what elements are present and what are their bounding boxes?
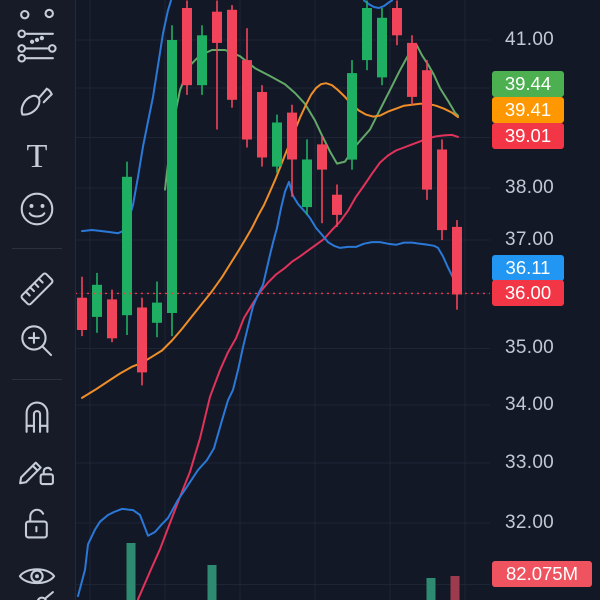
text-tool-icon[interactable]: T — [15, 134, 59, 178]
draw-lock-icon[interactable] — [15, 448, 59, 492]
candle-body — [287, 112, 297, 160]
price-badge-39.01: 39.01 — [492, 123, 564, 149]
candle-body — [167, 40, 177, 313]
price-badge-82.075M: 82.075M — [492, 561, 592, 587]
price-badge-39.44: 39.44 — [492, 71, 564, 97]
price-label-33.00: 33.00 — [505, 451, 555, 473]
candle-body — [302, 159, 312, 208]
candle-body — [242, 60, 252, 140]
candle-body — [392, 8, 402, 36]
volume-bar — [450, 576, 460, 600]
trendline-partial-icon[interactable] — [15, 0, 59, 22]
emoji-icon[interactable] — [15, 187, 59, 231]
candle-body — [227, 9, 237, 100]
toolbar-divider — [12, 248, 62, 249]
price-badge-39.41: 39.41 — [492, 97, 564, 123]
ruler-icon[interactable] — [15, 267, 59, 311]
fib-tools-icon[interactable] — [15, 24, 59, 68]
candle-body — [452, 226, 462, 295]
candle-body — [197, 35, 207, 86]
candle-body — [272, 122, 282, 167]
candle-body — [332, 194, 342, 215]
candle-body — [77, 297, 87, 330]
candle-body — [122, 176, 132, 316]
candle-body — [257, 92, 267, 158]
candle-body — [422, 70, 432, 190]
price-badge-36.00: 36.00 — [492, 280, 564, 306]
candle-body — [362, 8, 372, 61]
bottom-partial-icon[interactable] — [15, 586, 59, 600]
band-blue-upper-dip-line — [363, 0, 393, 9]
brush-icon[interactable] — [15, 79, 59, 123]
candle-body — [347, 73, 357, 160]
toolbar-divider — [12, 379, 62, 380]
candle-body — [152, 302, 162, 323]
price-label-38.00: 38.00 — [505, 177, 555, 199]
candle-body — [377, 17, 387, 78]
candle-body — [182, 8, 192, 86]
candle-body — [212, 11, 222, 43]
volume-bar — [207, 565, 217, 600]
volume-bar — [126, 543, 136, 600]
price-scale-axis[interactable]: 41.00 38.00 37.00 35.00 34.00 33.00 32.00 39.44… — [490, 0, 600, 600]
price-label-34.00: 34.00 — [505, 393, 555, 415]
drawing-toolbar: T — [0, 0, 76, 600]
svg-text:T: T — [27, 138, 48, 175]
candle-body — [137, 307, 147, 373]
trading-app-window: 41.00 38.00 37.00 35.00 34.00 33.00 32.00 39.44… — [0, 0, 600, 600]
magnet-icon[interactable] — [15, 394, 59, 438]
band-blue-lower-line — [77, 180, 456, 598]
price-label-32.00: 32.00 — [505, 511, 555, 533]
price-label-37.00: 37.00 — [505, 229, 555, 250]
volume-bar — [426, 578, 436, 600]
candle-body — [107, 299, 117, 339]
candle-body — [317, 144, 327, 170]
price-label-35.00: 35.00 — [505, 337, 555, 359]
price-label-41.00: 41.00 — [505, 29, 555, 50]
candle-body — [92, 284, 102, 317]
candle-body — [407, 42, 417, 97]
candle-body — [437, 149, 447, 231]
unlock-icon[interactable] — [15, 502, 59, 546]
price-badge-36.11: 36.11 — [492, 255, 564, 281]
zoom-in-icon[interactable] — [15, 319, 59, 363]
